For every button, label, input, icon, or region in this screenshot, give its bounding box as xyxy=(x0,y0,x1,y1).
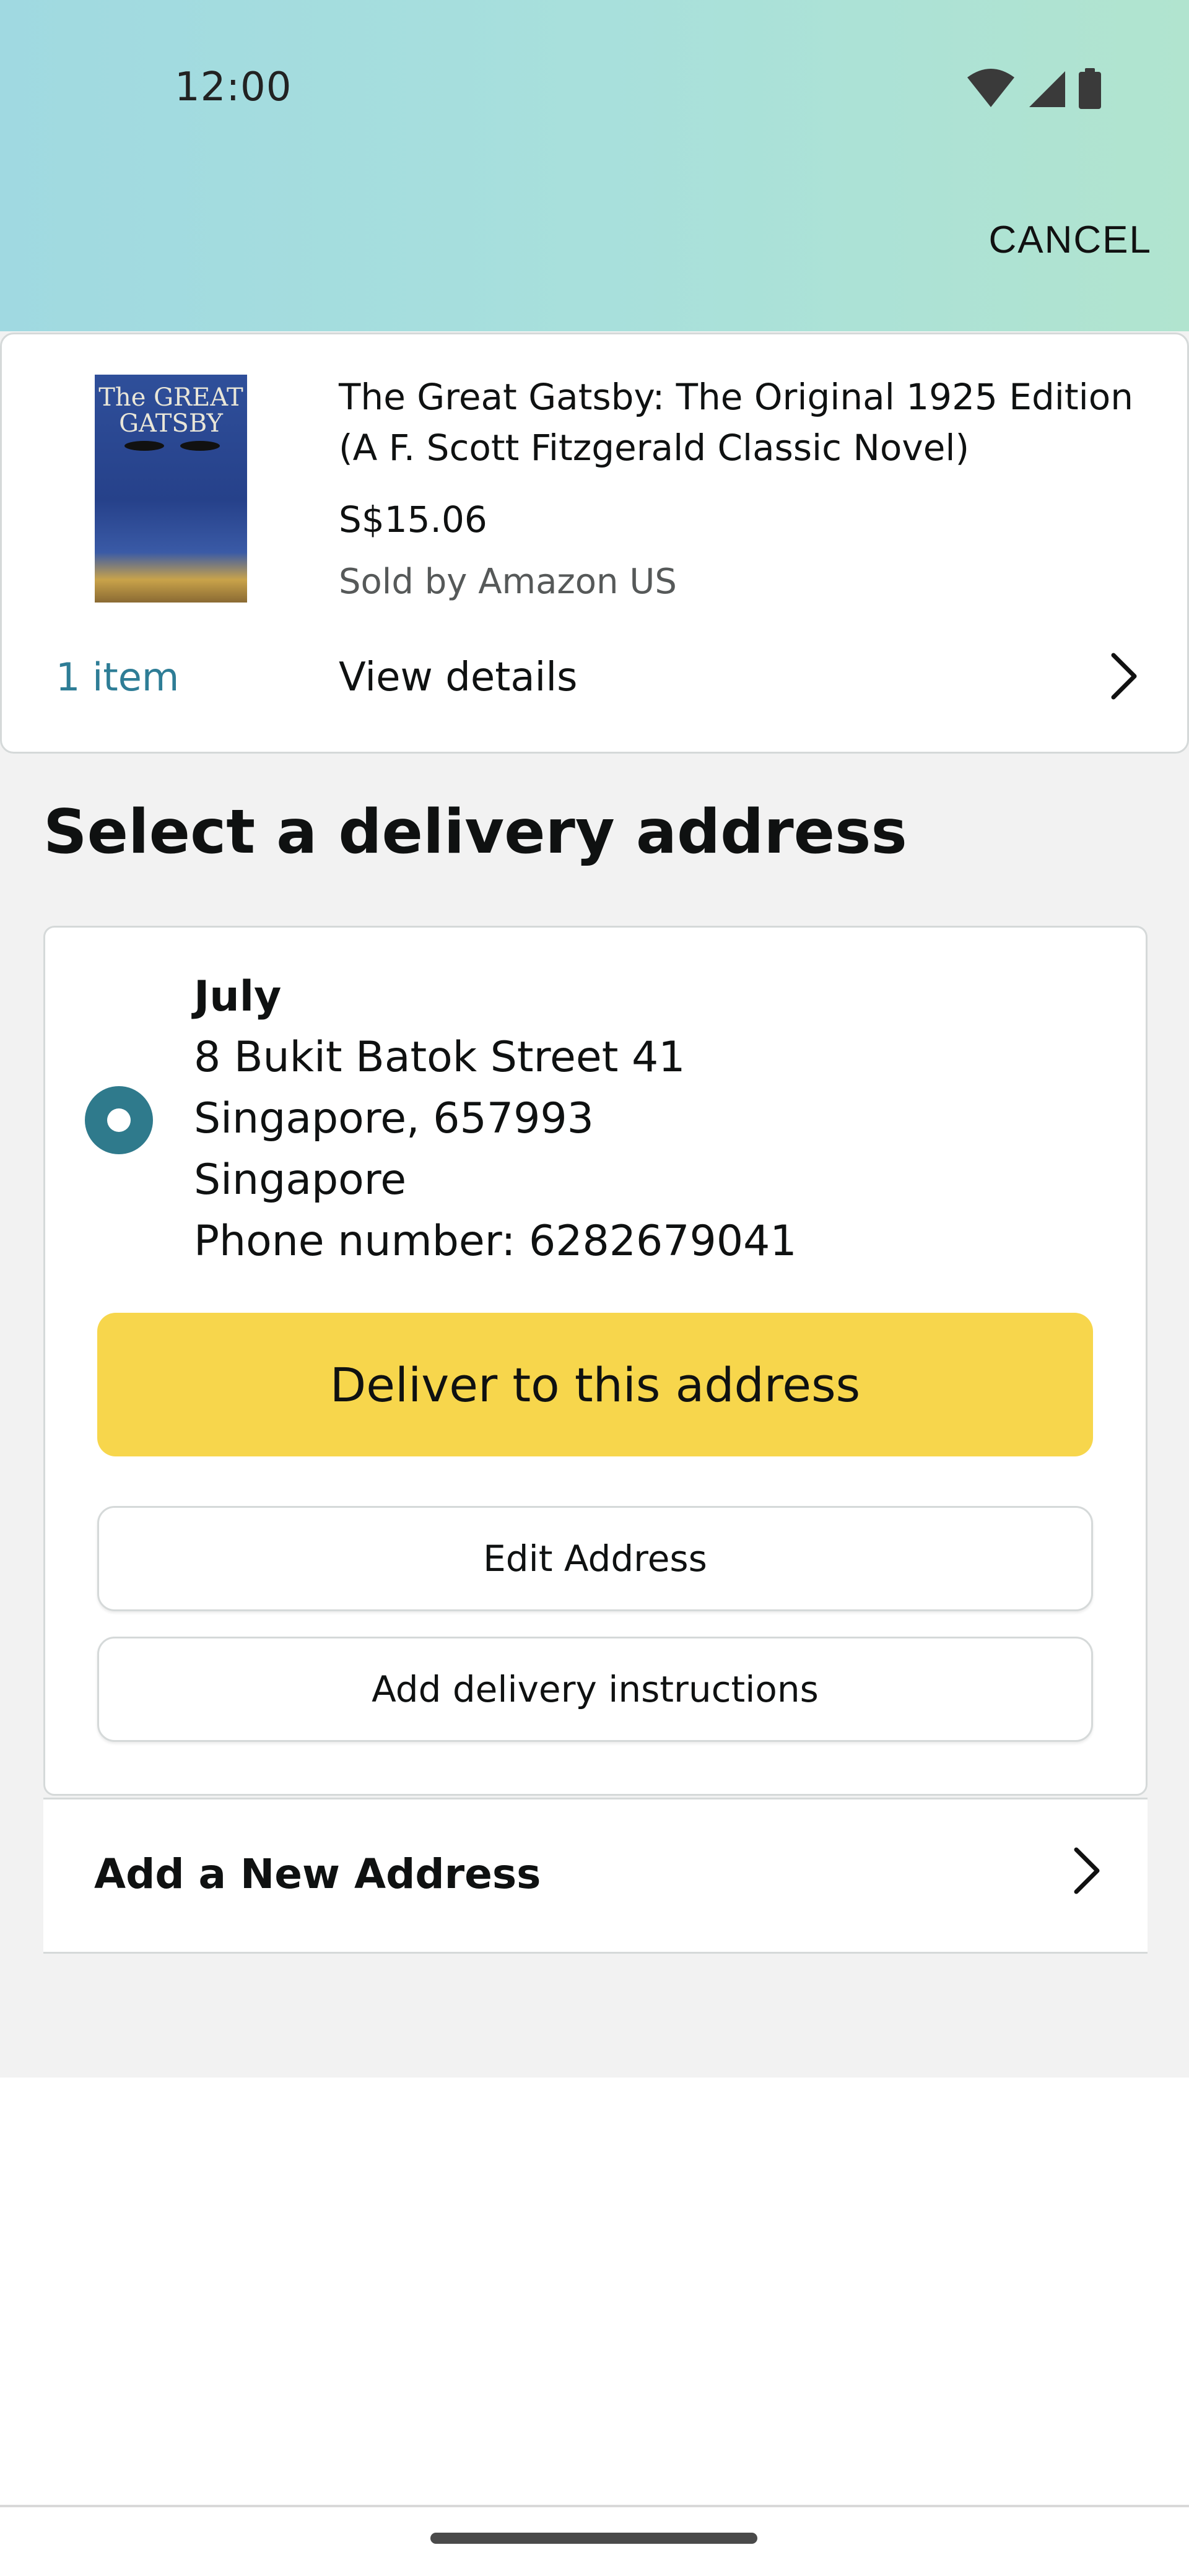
cellular-signal-icon xyxy=(1029,71,1065,107)
address-phone: Phone number: 6282679041 xyxy=(194,1217,797,1266)
status-time: 12:00 xyxy=(175,64,292,110)
header: 12:00 CANCEL xyxy=(0,0,1189,331)
battery-icon xyxy=(1079,68,1101,109)
add-new-address-row[interactable]: Add a New Address xyxy=(43,1798,1148,1954)
home-indicator[interactable] xyxy=(430,2533,757,2544)
item-count: 1 item xyxy=(56,655,180,700)
product-title: The Great Gatsby: The Original 1925 Edit… xyxy=(339,376,1133,469)
wifi-icon xyxy=(967,69,1014,107)
book-cover-eyes-art xyxy=(124,441,220,451)
checkout-page: 12:00 CANCEL The GREAT GATSBY The Great … xyxy=(0,0,1189,2576)
book-cover-title: The GREAT GATSBY xyxy=(98,383,243,438)
cancel-button[interactable]: CANCEL xyxy=(988,218,1152,262)
nav-divider xyxy=(0,2505,1189,2507)
product-price: S$15.06 xyxy=(339,498,487,541)
address-line-1: 8 Bukit Batok Street 41 xyxy=(194,1033,686,1082)
address-name: July xyxy=(194,972,282,1021)
book-cover-image: The GREAT GATSBY xyxy=(95,375,247,603)
status-icons xyxy=(966,68,1102,109)
address-radio-button[interactable] xyxy=(85,1086,153,1154)
chevron-right-icon xyxy=(1074,1847,1100,1894)
chevron-right-icon[interactable] xyxy=(1108,651,1139,701)
page-title: Select a delivery address xyxy=(43,797,907,868)
product-seller: Sold by Amazon US xyxy=(339,562,677,602)
address-line-3: Singapore xyxy=(194,1155,407,1204)
deliver-to-this-address-button[interactable]: Deliver to this address xyxy=(97,1313,1093,1456)
add-new-address-label: Add a New Address xyxy=(94,1850,541,1898)
add-delivery-instructions-button[interactable]: Add delivery instructions xyxy=(97,1637,1093,1742)
edit-address-button[interactable]: Edit Address xyxy=(97,1506,1093,1611)
view-details-link[interactable]: View details xyxy=(339,655,577,700)
address-line-2: Singapore, 657993 xyxy=(194,1094,594,1143)
